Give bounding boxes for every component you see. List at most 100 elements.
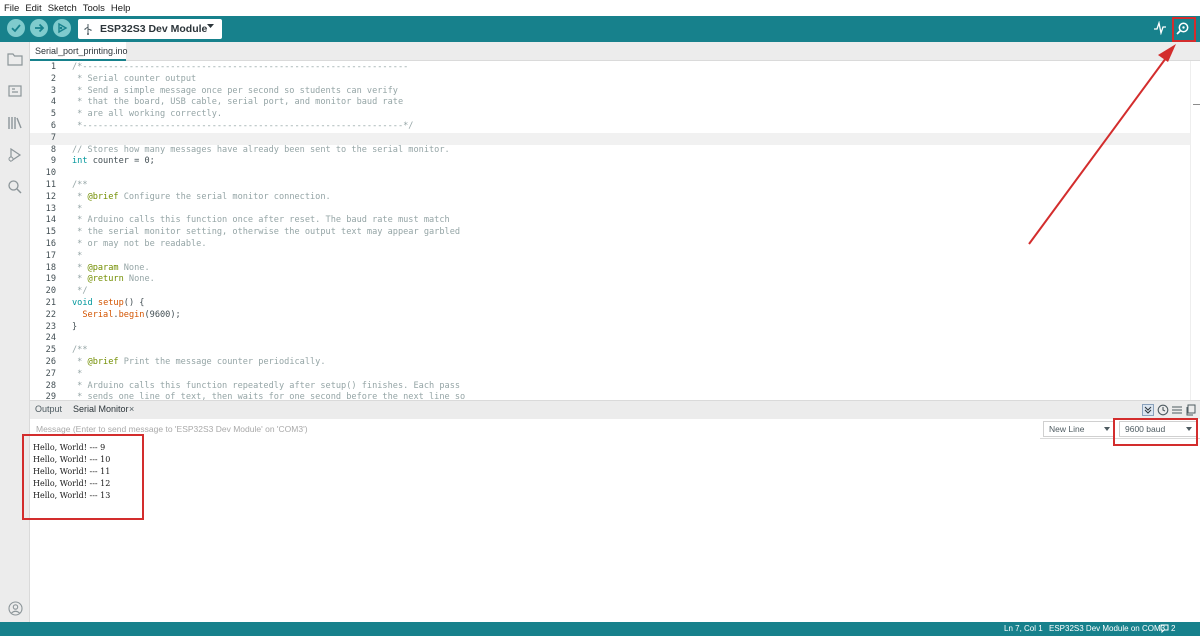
code-line[interactable]: 7 xyxy=(30,132,1190,145)
menu-help[interactable]: Help xyxy=(111,3,131,14)
code-line[interactable]: 9 int counter = 0; xyxy=(30,156,1190,168)
code-line[interactable]: 29 * sends one line of text, then waits … xyxy=(30,392,1190,400)
chevron-down-icon xyxy=(207,24,214,28)
library-icon xyxy=(8,117,22,129)
code-line[interactable]: 26 * @brief Print the message counter pe… xyxy=(30,357,1190,369)
toolbar: ESP32S3 Dev Module xyxy=(0,16,1200,42)
code-line[interactable]: 23} xyxy=(30,322,1190,334)
library-manager-button[interactable] xyxy=(6,114,24,132)
code-line[interactable]: 15 * the serial monitor setting, otherwi… xyxy=(30,227,1190,239)
line-ending-select[interactable]: New Line xyxy=(1043,421,1115,437)
code-line[interactable]: 10 xyxy=(30,168,1190,180)
close-icon[interactable]: × xyxy=(129,404,134,414)
code-line[interactable]: 28 * Arduino calls this function repeate… xyxy=(30,381,1190,393)
line-text: Serial.begin(9600); xyxy=(82,309,181,320)
menu-bar: File Edit Sketch Tools Help xyxy=(0,0,1200,16)
code-line[interactable]: 5 * are all working correctly. xyxy=(30,109,1190,121)
line-number: 15 xyxy=(45,227,56,238)
board-selector[interactable]: ESP32S3 Dev Module xyxy=(78,19,222,39)
line-text: * Arduino calls this function repeatedly… xyxy=(72,380,461,391)
line-number: 12 xyxy=(45,191,56,202)
line-text: * xyxy=(72,203,83,214)
debug-button[interactable] xyxy=(53,19,71,37)
code-line[interactable]: 14 * Arduino calls this function once af… xyxy=(30,215,1190,227)
line-number: 28 xyxy=(45,380,56,391)
line-text: /*--------------------------------------… xyxy=(72,62,409,72)
line-text: * @param None. xyxy=(72,262,150,273)
line-text: * Arduino calls this function once after… xyxy=(72,215,450,226)
code-line[interactable]: 6 *-------------------------------------… xyxy=(30,121,1190,133)
line-number: 16 xyxy=(45,239,56,249)
timestamp-icon[interactable] xyxy=(1157,404,1169,416)
line-text: /** xyxy=(72,345,88,356)
code-line[interactable]: 17 * xyxy=(30,251,1190,263)
board-port-status[interactable]: ESP32S3 Dev Module on COM3 xyxy=(1049,624,1165,633)
code-line[interactable]: 19 * @return None. xyxy=(30,274,1190,286)
code-line[interactable]: 20 */ xyxy=(30,286,1190,298)
line-text: // Stores how many messages have already… xyxy=(72,144,450,155)
plotter-icon[interactable] xyxy=(1153,21,1167,35)
editor-scrollbar[interactable] xyxy=(1190,61,1200,400)
copy-icon[interactable] xyxy=(1185,404,1197,416)
code-line[interactable]: 4 * that the board, USB cable, serial po… xyxy=(30,97,1190,109)
line-text: int counter = 0; xyxy=(72,156,155,167)
notification-count: 2 xyxy=(1171,624,1176,633)
menu-tools[interactable]: Tools xyxy=(83,3,105,14)
debugger-button[interactable] xyxy=(6,146,24,164)
code-line[interactable]: 21 void setup() { xyxy=(30,298,1190,310)
sketchbook-button[interactable] xyxy=(6,50,24,68)
line-text: * the serial monitor setting, otherwise … xyxy=(72,227,461,238)
notifications-icon[interactable] xyxy=(1160,624,1169,635)
line-text: * that the board, USB cable, serial port… xyxy=(72,97,404,108)
bottom-panel-tabs: Output Serial Monitor × xyxy=(30,400,1200,419)
menu-sketch[interactable]: Sketch xyxy=(48,3,77,14)
code-line[interactable]: 12 * @brief Configure the serial monitor… xyxy=(30,192,1190,204)
code-line[interactable]: 18 * @param None. xyxy=(30,263,1190,275)
tab-serial-monitor[interactable]: Serial Monitor xyxy=(73,404,129,414)
code-line[interactable]: 25 /** xyxy=(30,345,1190,357)
line-text: * @brief Configure the serial monitor co… xyxy=(72,191,331,202)
debug-icon xyxy=(58,22,68,34)
line-number: 10 xyxy=(45,168,56,179)
line-text: * @brief Print the message counter perio… xyxy=(72,357,326,367)
profile-button[interactable] xyxy=(6,599,24,617)
menu-edit[interactable]: Edit xyxy=(25,3,41,14)
line-number: 11 xyxy=(45,180,56,190)
line-number: 21 xyxy=(45,298,56,308)
code-line[interactable]: 16 * or may not be readable. xyxy=(30,239,1190,251)
code-line[interactable]: 22 Serial.begin(9600); xyxy=(30,310,1190,322)
folder-icon xyxy=(7,53,23,66)
code-line[interactable]: 2 * Serial counter output xyxy=(30,74,1190,86)
debug-run-icon xyxy=(8,148,22,162)
upload-button[interactable] xyxy=(30,19,48,37)
code-line[interactable]: 24 xyxy=(30,333,1190,345)
autoscroll-icon[interactable] xyxy=(1142,404,1154,416)
line-number: 23 xyxy=(45,321,56,332)
file-tab[interactable]: Serial_port_printing.ino xyxy=(30,42,128,61)
boards-manager-button[interactable] xyxy=(6,82,24,100)
code-line[interactable]: 8 // Stores how many messages have alread… xyxy=(30,145,1190,157)
line-text: *---------------------------------------… xyxy=(72,121,414,131)
search-icon xyxy=(8,180,22,194)
code-editor[interactable]: 1 /*-------------------------------------… xyxy=(30,61,1190,400)
annotation-box-baud-rate xyxy=(1113,418,1198,446)
line-number: 1 xyxy=(50,62,56,72)
code-line[interactable]: 1 /*-------------------------------------… xyxy=(30,62,1190,74)
tab-output[interactable]: Output xyxy=(35,404,62,414)
status-bar: Ln 7, Col 1 ESP32S3 Dev Module on COM3 2 xyxy=(0,622,1200,636)
serial-output: Hello, World! --- 9 Hello, World! --- 10… xyxy=(30,439,1200,622)
verify-button[interactable] xyxy=(7,19,25,37)
line-text: * xyxy=(72,368,83,379)
clear-output-icon[interactable] xyxy=(1171,404,1183,416)
code-line[interactable]: 13 * xyxy=(30,204,1190,216)
code-line[interactable]: 27 * xyxy=(30,369,1190,381)
menu-file[interactable]: File xyxy=(4,3,19,14)
line-text: /** xyxy=(72,180,88,190)
chevron-down-icon xyxy=(1104,427,1110,431)
check-icon xyxy=(11,24,21,33)
serial-message-input[interactable] xyxy=(30,419,1040,439)
search-button[interactable] xyxy=(6,178,24,196)
code-line[interactable]: 3 * Send a simple message once per secon… xyxy=(30,86,1190,98)
editor-tab-bar: Serial_port_printing.ino xyxy=(30,42,1200,61)
code-line[interactable]: 11 /** xyxy=(30,180,1190,192)
